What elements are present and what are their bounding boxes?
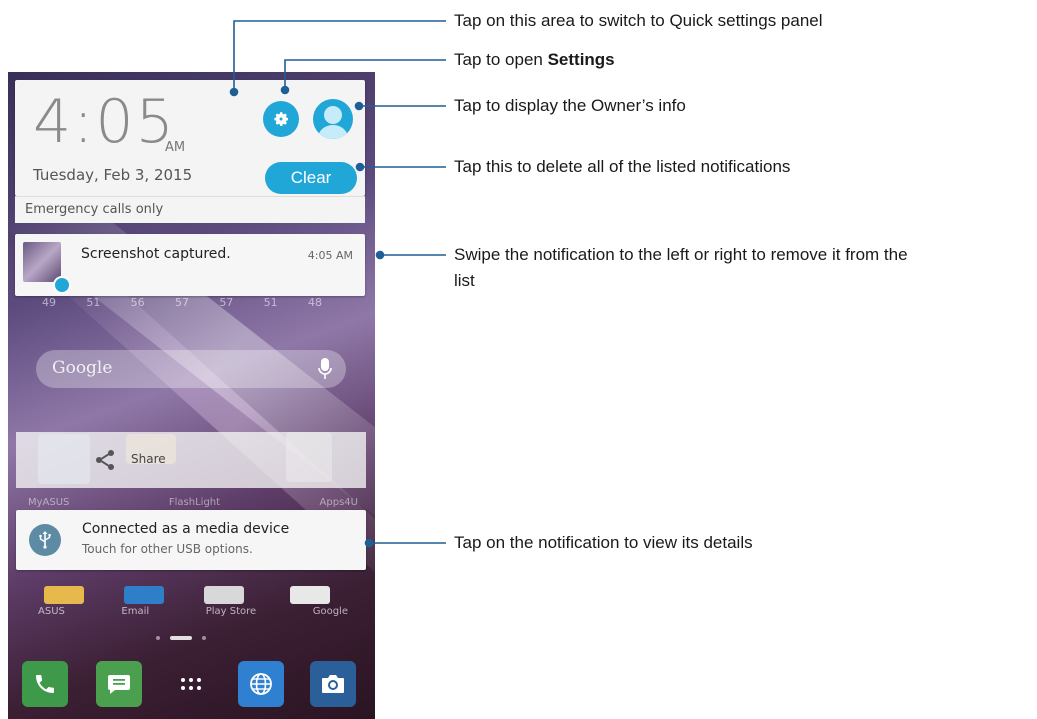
callout-dot <box>375 250 385 260</box>
callout-dot <box>280 85 290 95</box>
callout-clear: Tap this to delete all of the listed not… <box>454 157 791 176</box>
callout-settings-bold: Settings <box>547 50 615 69</box>
callout-settings-prefix: Tap to open <box>454 50 548 69</box>
callout-quick-settings: Tap on this area to switch to Quick sett… <box>454 11 823 30</box>
callout-line-settings <box>284 59 446 90</box>
callout-dot <box>364 538 374 548</box>
callout-settings: Tap to open Settings <box>454 49 615 71</box>
callout-owner-info: Tap to display the Owner’s info <box>454 96 686 115</box>
callout-dot <box>355 162 365 172</box>
callout-swipe-line1: Swipe the notification to the left or ri… <box>454 245 908 264</box>
callout-details: Tap on the notification to view its deta… <box>454 533 753 552</box>
callout-dot <box>354 101 364 111</box>
callout-swipe-line2: list <box>454 271 475 290</box>
callout-line-quick-settings <box>233 20 446 92</box>
callout-dot <box>229 87 239 97</box>
